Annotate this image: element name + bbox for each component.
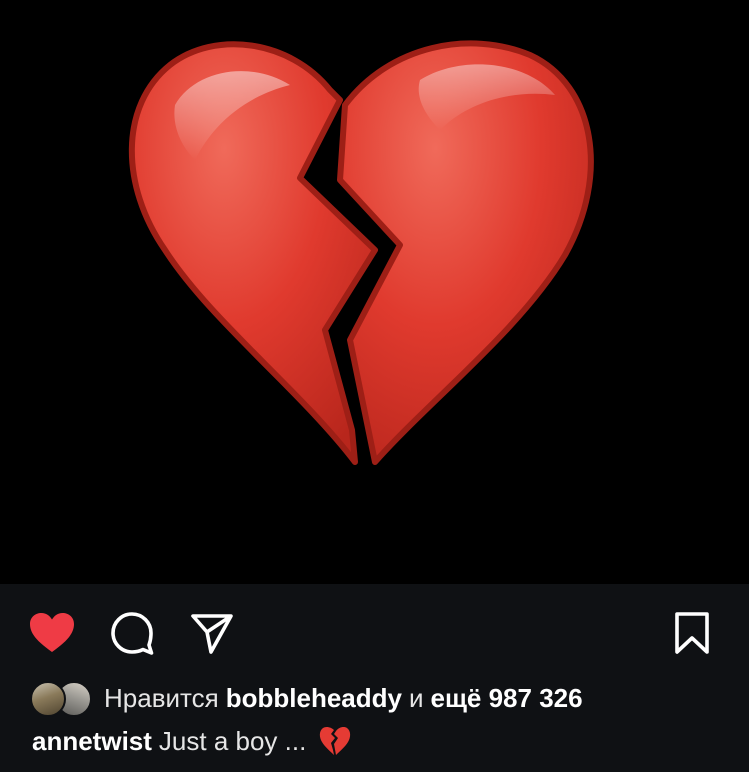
broken-heart-emoji-icon — [320, 726, 351, 755]
post-footer: Нравится bobbleheaddy и ещё 987 326 anne… — [0, 584, 749, 772]
avatar — [30, 681, 66, 717]
liker-username[interactable]: bobbleheaddy — [226, 683, 402, 714]
share-button[interactable] — [187, 608, 237, 658]
liker-avatars — [30, 680, 96, 717]
caption: annetwist Just a boy ... — [32, 723, 352, 759]
likes-summary[interactable]: Нравится bobbleheaddy и ещё 987 326 — [30, 680, 583, 717]
likes-count[interactable]: ещё 987 326 — [431, 683, 583, 714]
caption-text: Just a boy ... — [158, 725, 307, 756]
action-bar — [0, 608, 749, 658]
heart-filled-icon — [30, 613, 74, 652]
heart-left-half — [128, 41, 378, 465]
like-button[interactable] — [27, 608, 77, 658]
caption-username[interactable]: annetwist — [32, 726, 152, 757]
paper-plane-icon — [191, 614, 233, 654]
likes-conjunction: и — [408, 682, 424, 713]
broken-heart-image — [128, 40, 594, 465]
save-button[interactable] — [667, 608, 717, 658]
likes-prefix: Нравится — [104, 682, 219, 713]
comment-bubble-icon — [111, 612, 154, 655]
bookmark-icon — [675, 612, 709, 654]
post-image[interactable] — [0, 0, 749, 584]
comment-button[interactable] — [107, 608, 157, 658]
